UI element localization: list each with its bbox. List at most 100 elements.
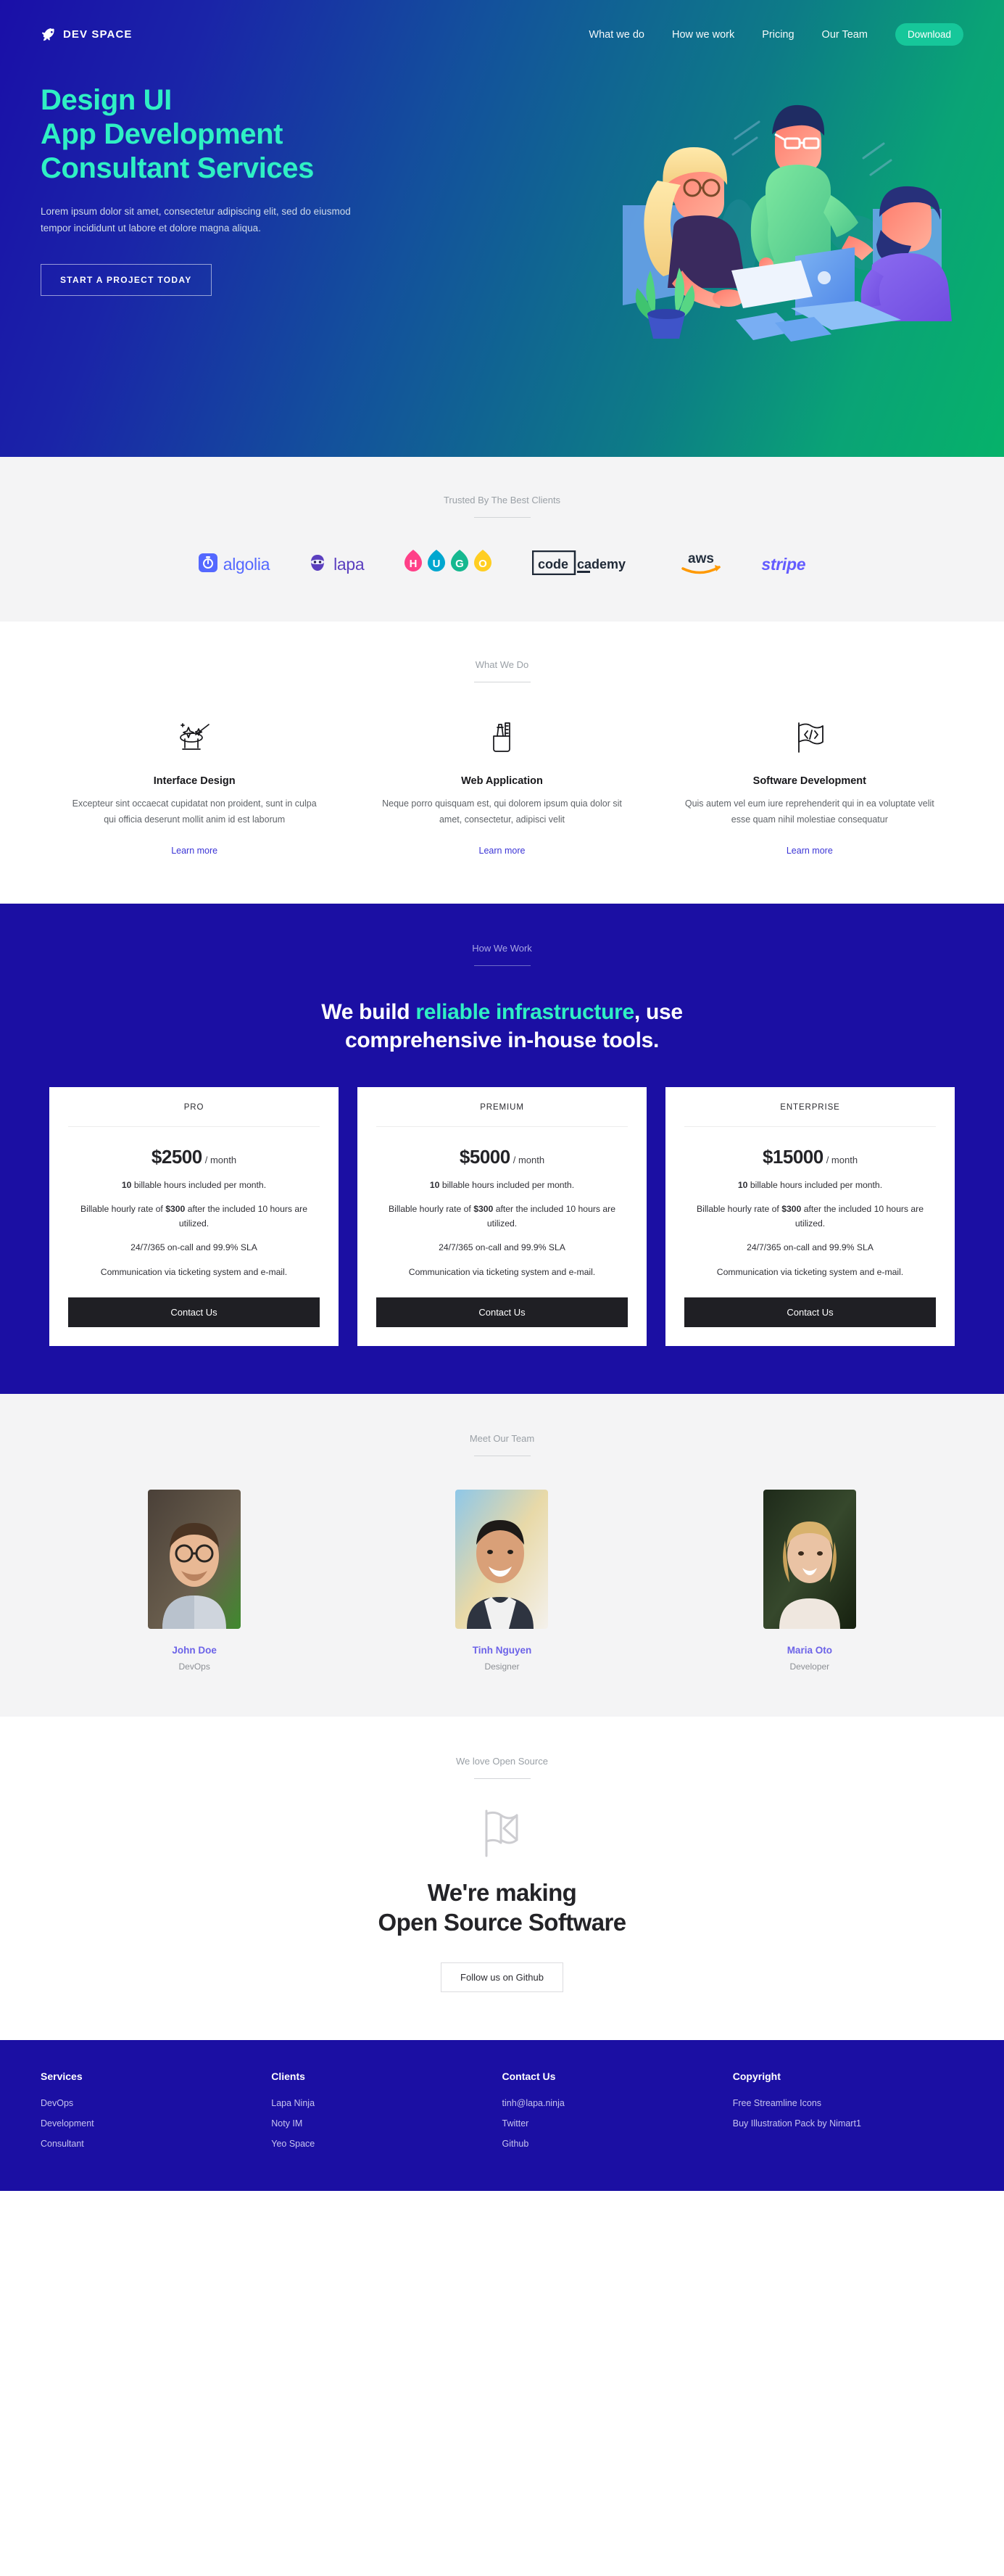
contact-us-button[interactable]: Contact Us — [376, 1297, 628, 1327]
svg-text:code: code — [538, 557, 568, 571]
client-logo-aws[interactable]: aws — [679, 550, 723, 579]
footer-link[interactable]: Lapa Ninja — [271, 2098, 502, 2108]
footer-column-title: Contact Us — [502, 2070, 556, 2082]
client-logo-row: algolia lapa H U G O code cademy aws str… — [0, 548, 1004, 581]
team-member-name: Tinh Nguyen — [472, 1644, 532, 1656]
footer-link[interactable]: Development — [41, 2118, 271, 2129]
plan-feature-2: Billable hourly rate of $300 after the i… — [376, 1202, 628, 1231]
nav-links: What we do How we work Pricing Our Team … — [589, 23, 963, 46]
services-section: What We Do Interface Design Excepteur si… — [0, 622, 1004, 904]
team-member-tinh-nguyen: Tinh Nguyen Designer — [348, 1489, 655, 1672]
plan-feature-2-bold: $300 — [781, 1204, 802, 1215]
plan-feature-3: 24/7/365 on-call and 99.9% SLA — [439, 1242, 565, 1253]
plan-feature-2-a: Billable hourly rate of — [696, 1204, 782, 1215]
how-we-work-section: How We Work We build reliable infrastruc… — [0, 903, 1004, 1394]
pricing-card-pro: PRO $2500/ month 10 billable hours inclu… — [49, 1086, 339, 1346]
avatar — [455, 1489, 549, 1629]
pricing-card-premium: PREMIUM $5000/ month 10 billable hours i… — [357, 1086, 647, 1346]
service-learn-more-link[interactable]: Learn more — [479, 846, 526, 856]
team-member-name: Maria Oto — [787, 1644, 832, 1656]
nav-link-what-we-do[interactable]: What we do — [589, 29, 644, 41]
follow-github-button[interactable]: Follow us on Github — [441, 1962, 563, 1992]
download-button[interactable]: Download — [895, 23, 963, 46]
footer-link[interactable]: Buy Illustration Pack by Nimart1 — [733, 2118, 963, 2129]
clients-eyebrow: Trusted By The Best Clients — [443, 495, 561, 505]
nav-link-how-we-work[interactable]: How we work — [672, 29, 734, 41]
plan-price: $15000/ month — [684, 1146, 936, 1168]
client-logo-lapa[interactable]: lapa — [307, 553, 365, 577]
footer-link[interactable]: tinh@lapa.ninja — [502, 2098, 733, 2108]
svg-text:G: G — [456, 558, 465, 570]
service-title: Software Development — [752, 775, 866, 787]
client-logo-codecademy[interactable]: code cademy — [532, 550, 641, 579]
service-learn-more-link[interactable]: Learn more — [787, 846, 833, 856]
plan-name: PRO — [68, 1103, 320, 1127]
work-heading-part-a: We build — [321, 999, 416, 1024]
footer-column-clients: Clients Lapa Ninja Noty IM Yeo Space — [271, 2071, 502, 2159]
pen-ruler-cup-icon — [373, 716, 631, 759]
plan-feature-2-bold: $300 — [473, 1204, 494, 1215]
pricing-plans: PRO $2500/ month 10 billable hours inclu… — [0, 1086, 1004, 1346]
plan-feature-1-bold: 10 — [737, 1179, 748, 1190]
plan-feature-1: 10 billable hours included per month. — [376, 1178, 628, 1193]
footer-column-copyright: Copyright Free Streamline Icons Buy Illu… — [733, 2071, 963, 2159]
eyebrow-rule — [473, 1778, 531, 1779]
work-heading-line-2: comprehensive in-house tools. — [344, 1028, 660, 1053]
footer-link[interactable]: Github — [502, 2139, 733, 2149]
nav-link-our-team[interactable]: Our Team — [822, 29, 868, 41]
lapa-ninja-logo-icon — [307, 553, 328, 577]
oss-heading: We're making Open Source Software — [0, 1878, 1004, 1938]
nav-link-pricing[interactable]: Pricing — [762, 29, 794, 41]
client-logo-algolia[interactable]: algolia — [198, 553, 270, 576]
pricing-card-enterprise: ENTERPRISE $15000/ month 10 billable hou… — [665, 1086, 955, 1346]
footer-link[interactable]: Yeo Space — [271, 2139, 502, 2149]
svg-text:aws: aws — [688, 551, 714, 566]
plan-price: $2500/ month — [68, 1146, 320, 1168]
plan-feature-1-bold: 10 — [121, 1179, 132, 1190]
start-project-button[interactable]: START A PROJECT TODAY — [41, 263, 212, 296]
footer-link[interactable]: Consultant — [41, 2139, 271, 2149]
plan-feature-2-bold: $300 — [165, 1204, 186, 1215]
footer-link[interactable]: Twitter — [502, 2118, 733, 2129]
hero-body: Design UI App Development Consultant Ser… — [0, 46, 1004, 350]
page-footer: Services DevOps Development Consultant C… — [0, 2039, 1004, 2191]
brand-name: DEV SPACE — [63, 28, 133, 41]
rocket-icon — [41, 27, 57, 43]
hero-paragraph: Lorem ipsum dolor sit amet, consectetur … — [41, 206, 351, 234]
plan-name: ENTERPRISE — [684, 1103, 936, 1127]
plan-amount: $2500 — [151, 1145, 202, 1168]
team-member-maria-oto: Maria Oto Developer — [656, 1489, 963, 1672]
footer-link[interactable]: Noty IM — [271, 2118, 502, 2129]
magic-hat-icon — [65, 716, 323, 759]
brand-logo[interactable]: DEV SPACE — [41, 27, 132, 43]
plan-price: $5000/ month — [376, 1146, 628, 1168]
team-section: Meet Our Team John Doe DevOps Tinh Nguye… — [0, 1393, 1004, 1717]
plan-feature-3: 24/7/365 on-call and 99.9% SLA — [130, 1242, 257, 1253]
client-logo-hugo[interactable]: H U G O — [402, 548, 494, 581]
plan-feature-2-b: after the included 10 hours are utilized… — [178, 1204, 308, 1229]
team-eyebrow: Meet Our Team — [469, 1432, 535, 1444]
plan-feature-2-b: after the included 10 hours are utilized… — [486, 1204, 616, 1229]
service-title: Interface Design — [153, 775, 236, 787]
service-learn-more-link[interactable]: Learn more — [171, 846, 217, 856]
plan-name: PREMIUM — [376, 1103, 628, 1127]
plan-feature-1-rest: billable hours included per month. — [439, 1179, 575, 1190]
client-logo-stripe[interactable]: stripe — [761, 555, 805, 574]
plan-feature-4: Communication via ticketing system and e… — [716, 1267, 904, 1277]
plan-feature-1-rest: billable hours included per month. — [747, 1179, 883, 1190]
contact-us-button[interactable]: Contact Us — [68, 1297, 320, 1327]
contact-us-button[interactable]: Contact Us — [684, 1297, 936, 1327]
plan-feature-1-rest: billable hours included per month. — [131, 1179, 267, 1190]
service-card-web-application: Web Application Neque porro quisquam est… — [348, 716, 655, 857]
team-member-role: DevOps — [178, 1661, 210, 1672]
flag-icon — [0, 1808, 1004, 1859]
client-name-lapa: lapa — [333, 555, 365, 574]
hero-title: Design UI App Development Consultant Ser… — [41, 83, 476, 185]
footer-column-contact-us: Contact Us tinh@lapa.ninja Twitter Githu… — [502, 2071, 733, 2159]
footer-link[interactable]: DevOps — [41, 2098, 271, 2108]
plan-feature-2: Billable hourly rate of $300 after the i… — [68, 1202, 320, 1231]
footer-link[interactable]: Free Streamline Icons — [733, 2098, 963, 2108]
svg-text:cademy: cademy — [577, 557, 626, 571]
client-name-stripe: stripe — [761, 555, 806, 574]
main-navigation: DEV SPACE What we do How we work Pricing… — [0, 0, 1004, 46]
